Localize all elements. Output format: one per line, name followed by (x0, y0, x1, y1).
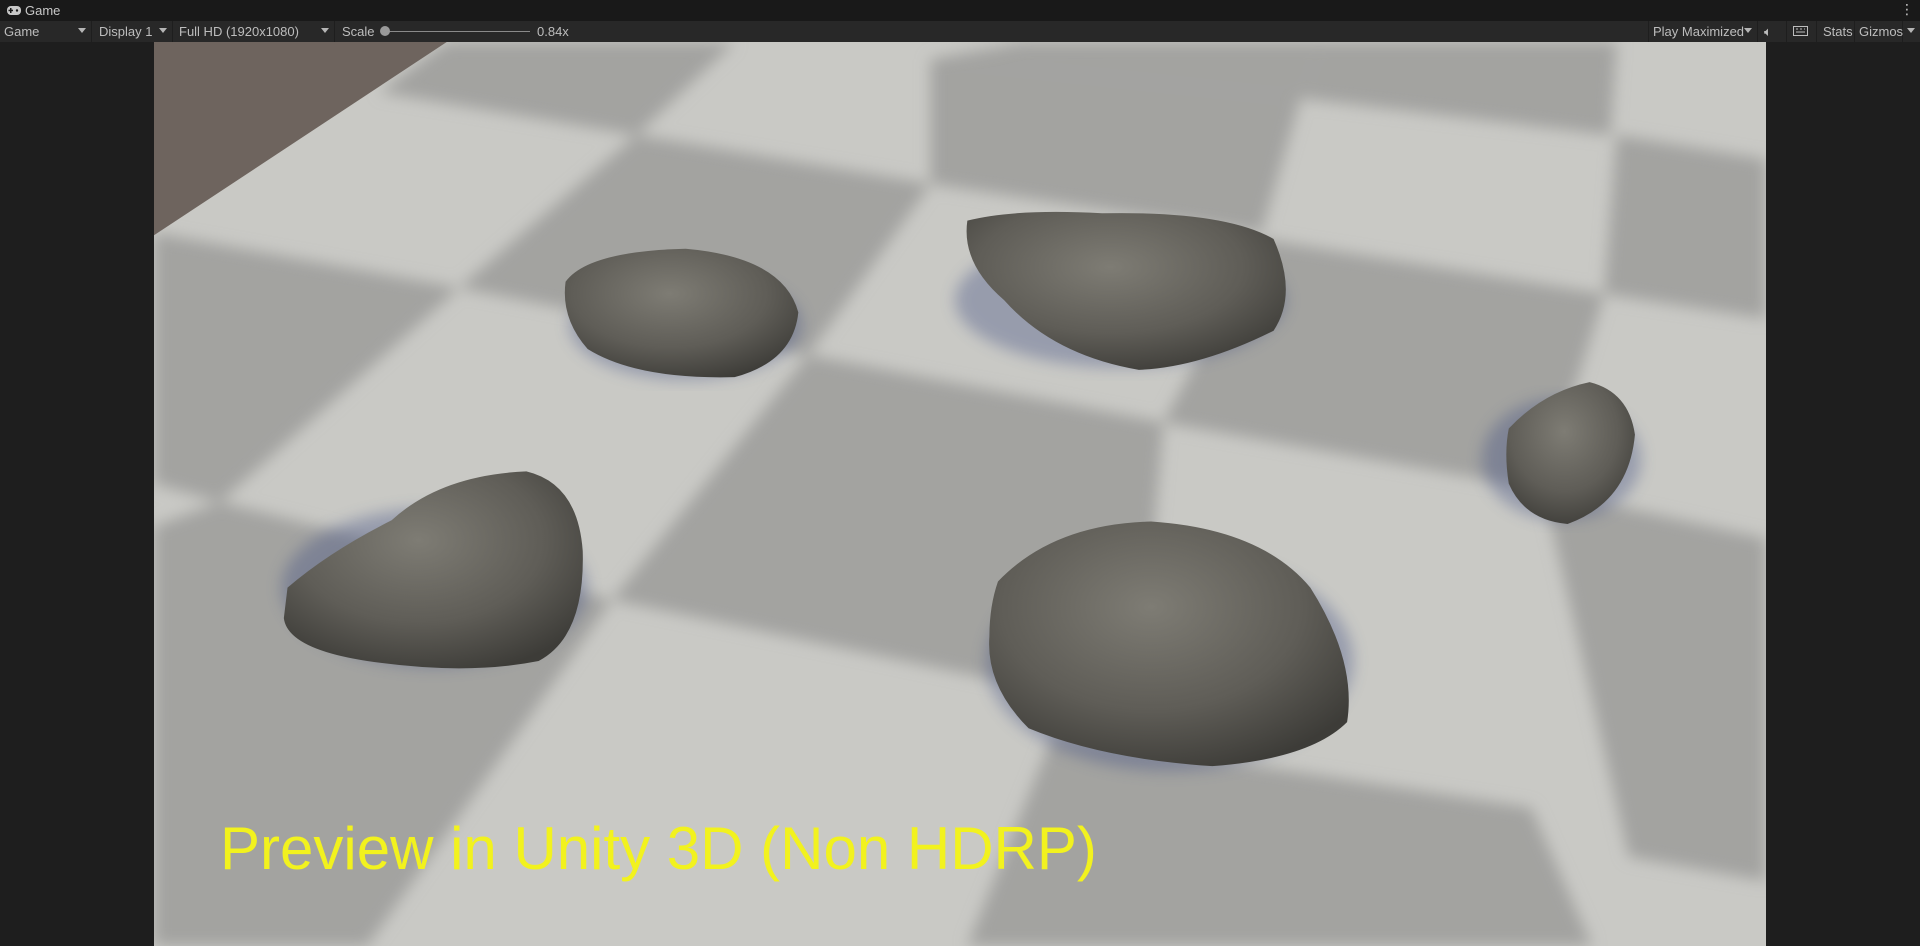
speaker-icon: 🔈︎ (1764, 23, 1772, 39)
scale-label: Scale (342, 24, 375, 39)
mute-audio-button[interactable]: 🔈︎ (1760, 21, 1787, 42)
game-toolbar: Game Display 1 Full HD (1920x1080) Scale… (0, 21, 1920, 43)
brown-wall-plane (154, 42, 447, 236)
rock-5 (985, 521, 1354, 772)
stats-button[interactable]: Stats (1819, 21, 1855, 42)
scene-render (154, 42, 1766, 946)
gizmos-button[interactable]: Gizmos (1855, 21, 1903, 42)
play-mode-label: Play Maximized (1653, 24, 1745, 39)
view-select-label: Game (4, 24, 40, 39)
stats-label: Stats (1823, 24, 1853, 39)
chevron-down-icon (78, 28, 86, 33)
gizmos-dropdown[interactable] (1903, 21, 1920, 42)
keyboard-icon (1793, 24, 1808, 39)
gizmos-label: Gizmos (1859, 24, 1904, 39)
game-tab[interactable]: Game (7, 3, 60, 18)
tab-title: Game (25, 3, 61, 18)
scale-slider-handle[interactable] (380, 26, 390, 36)
play-mode-select[interactable]: Play Maximized (1648, 21, 1758, 42)
chevron-down-icon (1744, 28, 1752, 33)
chevron-down-icon (1907, 28, 1915, 33)
rock-2 (955, 211, 1286, 370)
window-titlebar: Game ⋮ (0, 0, 1920, 21)
view-select[interactable]: Game (0, 21, 92, 42)
display-select-label: Display 1 (99, 24, 153, 39)
resolution-select[interactable]: Full HD (1920x1080) (175, 21, 335, 42)
chevron-down-icon (159, 28, 167, 33)
kebab-menu-icon[interactable]: ⋮ (1900, 1, 1914, 18)
chevron-down-icon (321, 28, 329, 33)
game-viewport[interactable]: Preview in Unity 3D (Non HDRP) (154, 42, 1766, 946)
shortcuts-button[interactable] (1789, 21, 1817, 42)
scale-slider[interactable] (385, 31, 530, 32)
rock-4 (281, 471, 588, 669)
display-select[interactable]: Display 1 (95, 21, 173, 42)
gamepad-icon (7, 3, 21, 18)
scale-value: 0.84x (537, 24, 569, 39)
resolution-select-label: Full HD (1920x1080) (179, 24, 299, 39)
preview-caption: Preview in Unity 3D (Non HDRP) (220, 815, 1097, 882)
